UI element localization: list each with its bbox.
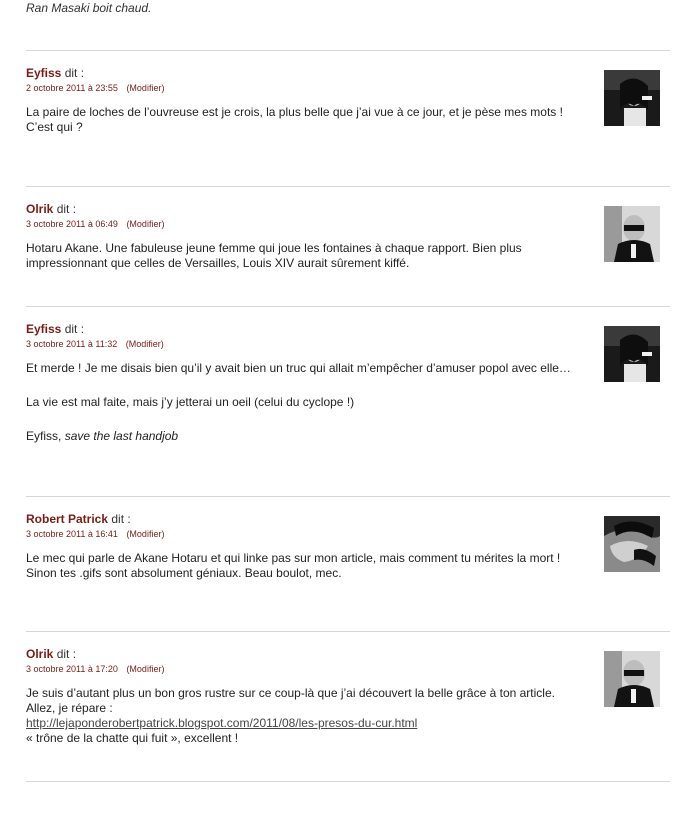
- comment-line: C’est qui ?: [26, 120, 83, 134]
- author-line: Eyfiss dit :: [26, 66, 670, 80]
- separator: [26, 50, 670, 51]
- modify-link[interactable]: (Modifier): [126, 219, 164, 229]
- comment-line: Hotaru Akane. Une fabuleuse jeune femme …: [26, 241, 522, 270]
- separator: [26, 306, 670, 307]
- avatar: [604, 651, 660, 707]
- separator: [26, 186, 670, 187]
- comment-date[interactable]: 3 octobre 2011 à 17:20: [26, 664, 118, 674]
- comment-author-link[interactable]: Robert Patrick: [26, 512, 108, 526]
- comment-body: Hotaru Akane. Une fabuleuse jeune femme …: [26, 241, 586, 271]
- comment-meta: 3 octobre 2011 à 16:41 (Modifier): [26, 528, 670, 540]
- comment-line: La paire de loches de l’ouvreuse est je …: [26, 105, 563, 119]
- author-line: Olrik dit :: [26, 647, 670, 661]
- comment-date[interactable]: 2 octobre 2011 à 23:55: [26, 83, 118, 93]
- comment-signature: Eyfiss, save the last handjob: [26, 429, 586, 444]
- comment-line: Je suis d’autant plus un bon gros rustre…: [26, 686, 555, 715]
- separator: [26, 781, 670, 782]
- dit-label: dit :: [64, 66, 85, 80]
- comment-meta: 3 octobre 2011 à 06:49 (Modifier): [26, 218, 670, 230]
- modify-link[interactable]: (Modifier): [126, 664, 164, 674]
- intro-text: Ran Masaki boit chaud.: [26, 1, 152, 15]
- olrik-avatar-image: [604, 206, 660, 262]
- avatar: [604, 70, 660, 126]
- dit-label: dit :: [56, 202, 77, 216]
- comment-body: Et merde ! Je me disais bien qu’il y ava…: [26, 361, 586, 444]
- comment-body: Le mec qui parle de Akane Hotaru et qui …: [26, 551, 586, 581]
- comment-body: La paire de loches de l’ouvreuse est je …: [26, 105, 586, 135]
- comment-author-link[interactable]: Eyfiss: [26, 66, 61, 80]
- comment-line: Sinon tes .gifs sont absolument géniaux.…: [26, 566, 342, 580]
- comment-author-link[interactable]: Eyfiss: [26, 322, 61, 336]
- author-line: Robert Patrick dit :: [26, 512, 670, 526]
- olrik-avatar-image: [604, 651, 660, 707]
- comment-line: « trône de la chatte qui fuit », excelle…: [26, 731, 239, 745]
- dit-label: dit :: [56, 647, 77, 661]
- comment-date[interactable]: 3 octobre 2011 à 06:49: [26, 219, 118, 229]
- modify-link[interactable]: (Modifier): [126, 529, 164, 539]
- separator: [26, 496, 670, 497]
- comment: Eyfiss dit : 2 octobre 2011 à 23:55 (Mod…: [26, 66, 670, 135]
- comment-line: Le mec qui parle de Akane Hotaru et qui …: [26, 551, 561, 565]
- comment-meta: 3 octobre 2011 à 17:20 (Modifier): [26, 663, 670, 675]
- comment: Eyfiss dit : 3 octobre 2011 à 11:32 (Mod…: [26, 322, 670, 444]
- separator: [26, 631, 670, 632]
- comment-body: Je suis d’autant plus un bon gros rustre…: [26, 686, 586, 746]
- comment-date[interactable]: 3 octobre 2011 à 11:32: [26, 339, 117, 349]
- comment-meta: 2 octobre 2011 à 23:55 (Modifier): [26, 82, 670, 94]
- comment: Olrik dit : 3 octobre 2011 à 06:49 (Modi…: [26, 202, 670, 271]
- eyfiss-avatar-image: [604, 326, 660, 382]
- comment-link-line: http://lejaponderobertpatrick.blogspot.c…: [26, 716, 586, 731]
- comment-meta: 3 octobre 2011 à 11:32 (Modifier): [26, 338, 670, 350]
- dit-label: dit :: [111, 512, 131, 526]
- eyfiss-avatar-image: [604, 70, 660, 126]
- author-line: Olrik dit :: [26, 202, 670, 216]
- comment-author-link[interactable]: Olrik: [26, 647, 53, 661]
- comment-line: Et merde ! Je me disais bien qu’il y ava…: [26, 361, 571, 375]
- signature-name: Eyfiss,: [26, 429, 62, 443]
- signature-tagline: save the last handjob: [64, 429, 179, 443]
- comment-author-link[interactable]: Olrik: [26, 202, 53, 216]
- comment: Robert Patrick dit : 3 octobre 2011 à 16…: [26, 512, 670, 581]
- avatar: [604, 516, 660, 572]
- comment: Olrik dit : 3 octobre 2011 à 17:20 (Modi…: [26, 647, 670, 746]
- robert-patrick-avatar-image: [604, 516, 660, 572]
- comment-line: La vie est mal faite, mais j’y jetterai …: [26, 395, 355, 409]
- modify-link[interactable]: (Modifier): [126, 339, 164, 349]
- author-line: Eyfiss dit :: [26, 322, 670, 336]
- dit-label: dit :: [64, 322, 85, 336]
- avatar: [604, 206, 660, 262]
- modify-link[interactable]: (Modifier): [126, 83, 164, 93]
- article-link[interactable]: http://lejaponderobertpatrick.blogspot.c…: [26, 716, 417, 730]
- comment-date[interactable]: 3 octobre 2011 à 16:41: [26, 529, 118, 539]
- avatar: [604, 326, 660, 382]
